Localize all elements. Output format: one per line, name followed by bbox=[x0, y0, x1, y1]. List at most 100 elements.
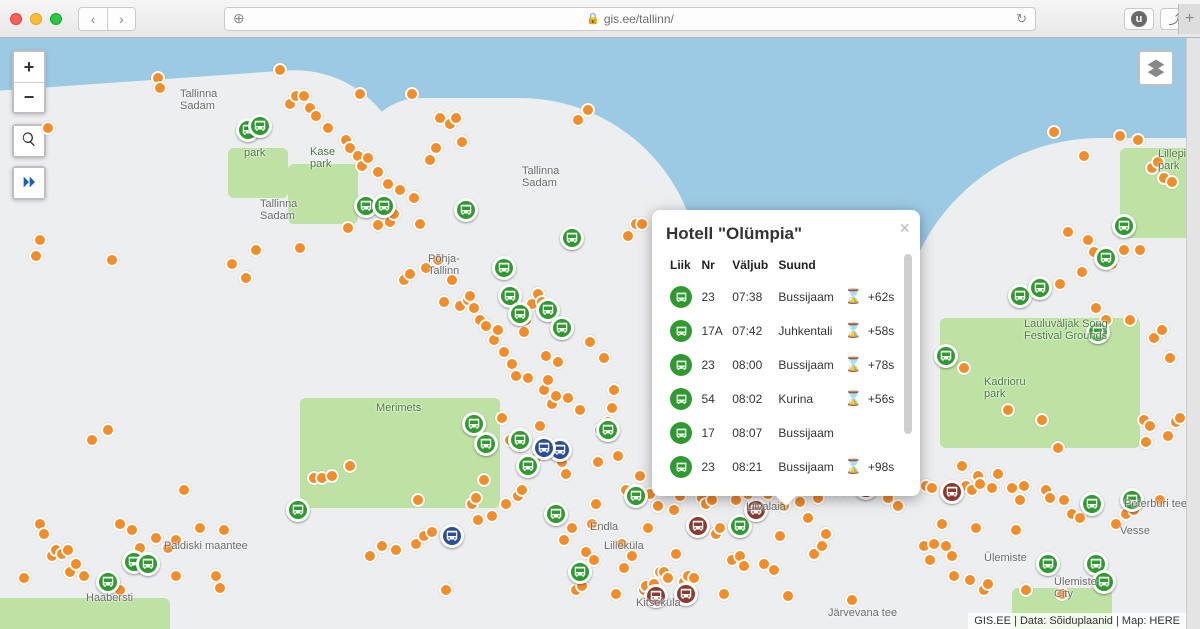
vehicle-marker[interactable] bbox=[372, 194, 396, 218]
stop-marker[interactable] bbox=[963, 573, 977, 587]
stop-marker[interactable] bbox=[371, 165, 385, 179]
stop-marker[interactable] bbox=[1155, 323, 1169, 337]
stop-marker[interactable] bbox=[469, 491, 483, 505]
stop-marker[interactable] bbox=[325, 469, 339, 483]
vehicle-marker[interactable] bbox=[508, 428, 532, 452]
stop-marker[interactable] bbox=[423, 153, 437, 167]
stop-marker[interactable] bbox=[1001, 403, 1015, 417]
stop-marker[interactable] bbox=[169, 569, 183, 583]
vehicle-marker[interactable] bbox=[1080, 492, 1104, 516]
stop-marker[interactable] bbox=[153, 81, 167, 95]
stop-marker[interactable] bbox=[1051, 441, 1065, 455]
stop-marker[interactable] bbox=[635, 217, 649, 231]
stop-marker[interactable] bbox=[37, 527, 51, 541]
stop-marker[interactable] bbox=[1161, 429, 1175, 443]
stop-marker[interactable] bbox=[633, 469, 647, 483]
stop-marker[interactable] bbox=[815, 539, 829, 553]
attr-data[interactable]: Data: Sõiduplaanid bbox=[1020, 615, 1113, 627]
stop-marker[interactable] bbox=[925, 481, 939, 495]
popup-scrollbar[interactable] bbox=[904, 254, 912, 434]
stop-marker[interactable] bbox=[273, 63, 287, 77]
stop-marker[interactable] bbox=[597, 351, 611, 365]
departure-row[interactable]: 2308:00Bussijaam+78s bbox=[666, 348, 900, 382]
stop-marker[interactable] bbox=[449, 111, 463, 125]
stop-marker[interactable] bbox=[717, 587, 731, 601]
stop-marker[interactable] bbox=[1173, 411, 1186, 425]
vehicle-marker[interactable] bbox=[940, 480, 964, 504]
stop-marker[interactable] bbox=[17, 571, 31, 585]
stop-marker[interactable] bbox=[343, 459, 357, 473]
attr-map[interactable]: Map: HERE bbox=[1122, 615, 1180, 627]
attr-gis[interactable]: GIS.EE bbox=[974, 615, 1011, 627]
stop-marker[interactable] bbox=[407, 191, 421, 205]
stop-marker[interactable] bbox=[471, 513, 485, 527]
back-button[interactable]: ‹ bbox=[79, 8, 107, 30]
stop-marker[interactable] bbox=[669, 547, 683, 561]
stop-marker[interactable] bbox=[1019, 583, 1033, 597]
stop-marker[interactable] bbox=[573, 403, 587, 417]
forward-button[interactable]: › bbox=[107, 8, 135, 30]
stop-marker[interactable] bbox=[1075, 265, 1089, 279]
stop-marker[interactable] bbox=[1143, 419, 1157, 433]
stop-marker[interactable] bbox=[413, 217, 427, 231]
stop-marker[interactable] bbox=[425, 525, 439, 539]
stop-marker[interactable] bbox=[29, 249, 43, 263]
new-tab-button[interactable]: + bbox=[1178, 4, 1200, 34]
stop-marker[interactable] bbox=[737, 559, 751, 573]
stop-marker[interactable] bbox=[477, 473, 491, 487]
stop-marker[interactable] bbox=[1113, 129, 1127, 143]
stop-marker[interactable] bbox=[1017, 479, 1031, 493]
stop-marker[interactable] bbox=[945, 549, 959, 563]
stop-marker[interactable] bbox=[1053, 277, 1067, 291]
stop-marker[interactable] bbox=[891, 499, 905, 513]
stop-marker[interactable] bbox=[439, 583, 453, 597]
stop-marker[interactable] bbox=[1061, 225, 1075, 239]
stop-marker[interactable] bbox=[521, 371, 535, 385]
stop-marker[interactable] bbox=[1165, 175, 1179, 189]
stop-marker[interactable] bbox=[541, 373, 555, 387]
stop-marker[interactable] bbox=[177, 483, 191, 497]
vehicle-marker[interactable] bbox=[286, 498, 310, 522]
stop-marker[interactable] bbox=[1123, 313, 1137, 327]
stop-marker[interactable] bbox=[1117, 243, 1131, 257]
stop-marker[interactable] bbox=[957, 361, 971, 375]
stop-marker[interactable] bbox=[947, 569, 961, 583]
reload-button[interactable]: ↻ bbox=[1016, 11, 1027, 27]
stop-marker[interactable] bbox=[801, 511, 815, 525]
stop-marker[interactable] bbox=[77, 569, 91, 583]
stop-marker[interactable] bbox=[819, 527, 833, 541]
stop-marker[interactable] bbox=[225, 257, 239, 271]
stop-marker[interactable] bbox=[341, 221, 355, 235]
vehicle-marker[interactable] bbox=[508, 302, 532, 326]
stop-marker[interactable] bbox=[213, 581, 227, 595]
window-close[interactable] bbox=[10, 13, 22, 25]
zoom-out-button[interactable]: − bbox=[14, 82, 44, 112]
vehicle-marker[interactable] bbox=[596, 418, 620, 442]
window-maximize[interactable] bbox=[50, 13, 62, 25]
stop-marker[interactable] bbox=[609, 587, 623, 601]
stop-marker[interactable] bbox=[1047, 125, 1061, 139]
popup-scroll[interactable]: Liik Nr Väljub Suund 2307:38Bussijaam+62… bbox=[666, 254, 914, 484]
vehicle-marker[interactable] bbox=[1036, 552, 1060, 576]
vehicle-marker[interactable] bbox=[516, 454, 540, 478]
vehicle-marker[interactable] bbox=[544, 502, 568, 526]
stop-marker[interactable] bbox=[239, 271, 253, 285]
stop-marker[interactable] bbox=[667, 503, 681, 517]
stop-marker[interactable] bbox=[955, 459, 969, 473]
stop-marker[interactable] bbox=[1043, 491, 1057, 505]
stop-marker[interactable] bbox=[429, 141, 443, 155]
stop-marker[interactable] bbox=[1139, 435, 1153, 449]
stop-marker[interactable] bbox=[1133, 243, 1147, 257]
stop-marker[interactable] bbox=[565, 521, 579, 535]
vehicle-marker[interactable] bbox=[440, 524, 464, 548]
stop-marker[interactable] bbox=[557, 533, 571, 547]
vehicle-marker[interactable] bbox=[560, 226, 584, 250]
vehicle-marker[interactable] bbox=[454, 198, 478, 222]
stop-marker[interactable] bbox=[713, 521, 727, 535]
address-bar[interactable]: ⊕ 🔒 gis.ee/tallinn/ ↻ bbox=[224, 7, 1036, 31]
stop-marker[interactable] bbox=[389, 543, 403, 557]
departure-row[interactable]: 2308:21Bussijaam+98s bbox=[666, 450, 900, 484]
stop-marker[interactable] bbox=[607, 383, 621, 397]
stop-marker[interactable] bbox=[969, 521, 983, 535]
stop-marker[interactable] bbox=[293, 241, 307, 255]
